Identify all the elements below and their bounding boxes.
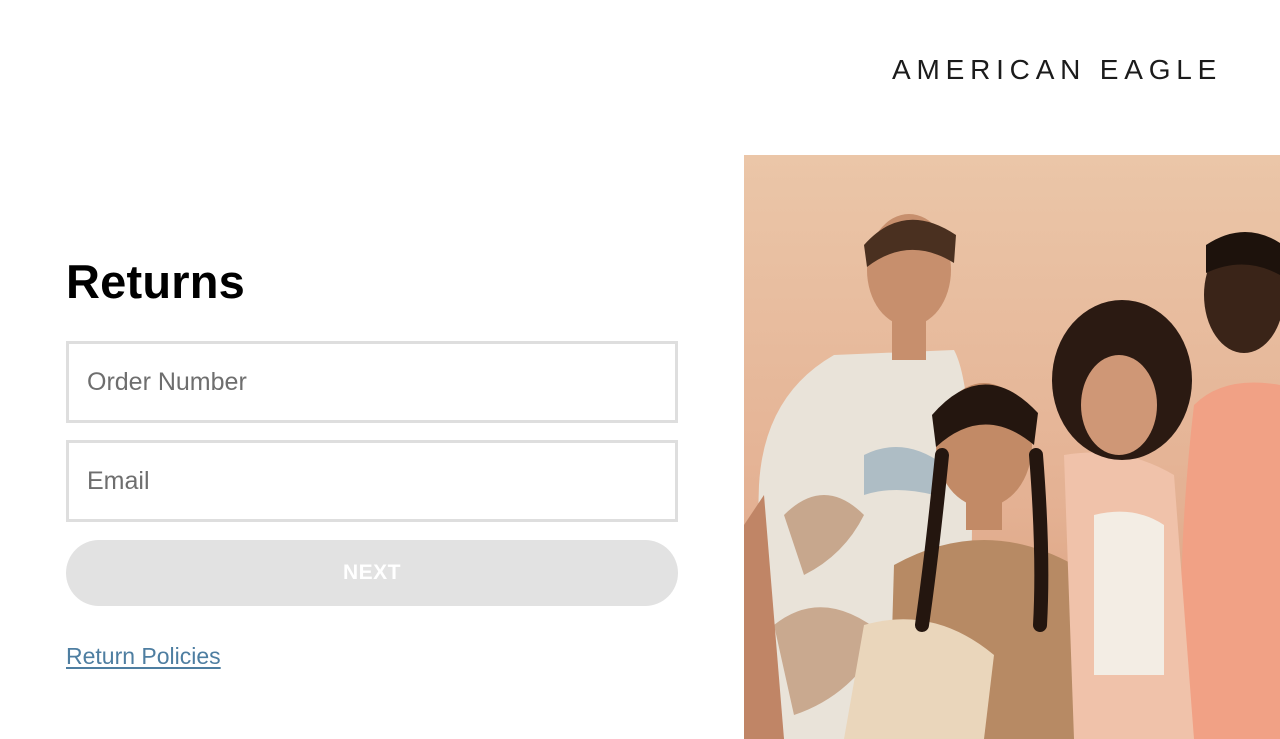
email-input[interactable] — [66, 440, 678, 522]
returns-page: AMERICAN EAGLE Returns NEXT Return Polic… — [0, 0, 1280, 739]
hero-image — [744, 155, 1280, 739]
page-title: Returns — [66, 255, 245, 308]
american-eagle-logo[interactable]: AMERICAN EAGLE — [892, 54, 1244, 86]
order-number-input[interactable] — [66, 341, 678, 423]
next-button[interactable]: NEXT — [66, 540, 678, 606]
hero-photo-illustration — [744, 155, 1280, 739]
return-policies-link[interactable]: Return Policies — [66, 643, 221, 670]
returns-form: Returns NEXT Return Policies — [66, 252, 678, 670]
